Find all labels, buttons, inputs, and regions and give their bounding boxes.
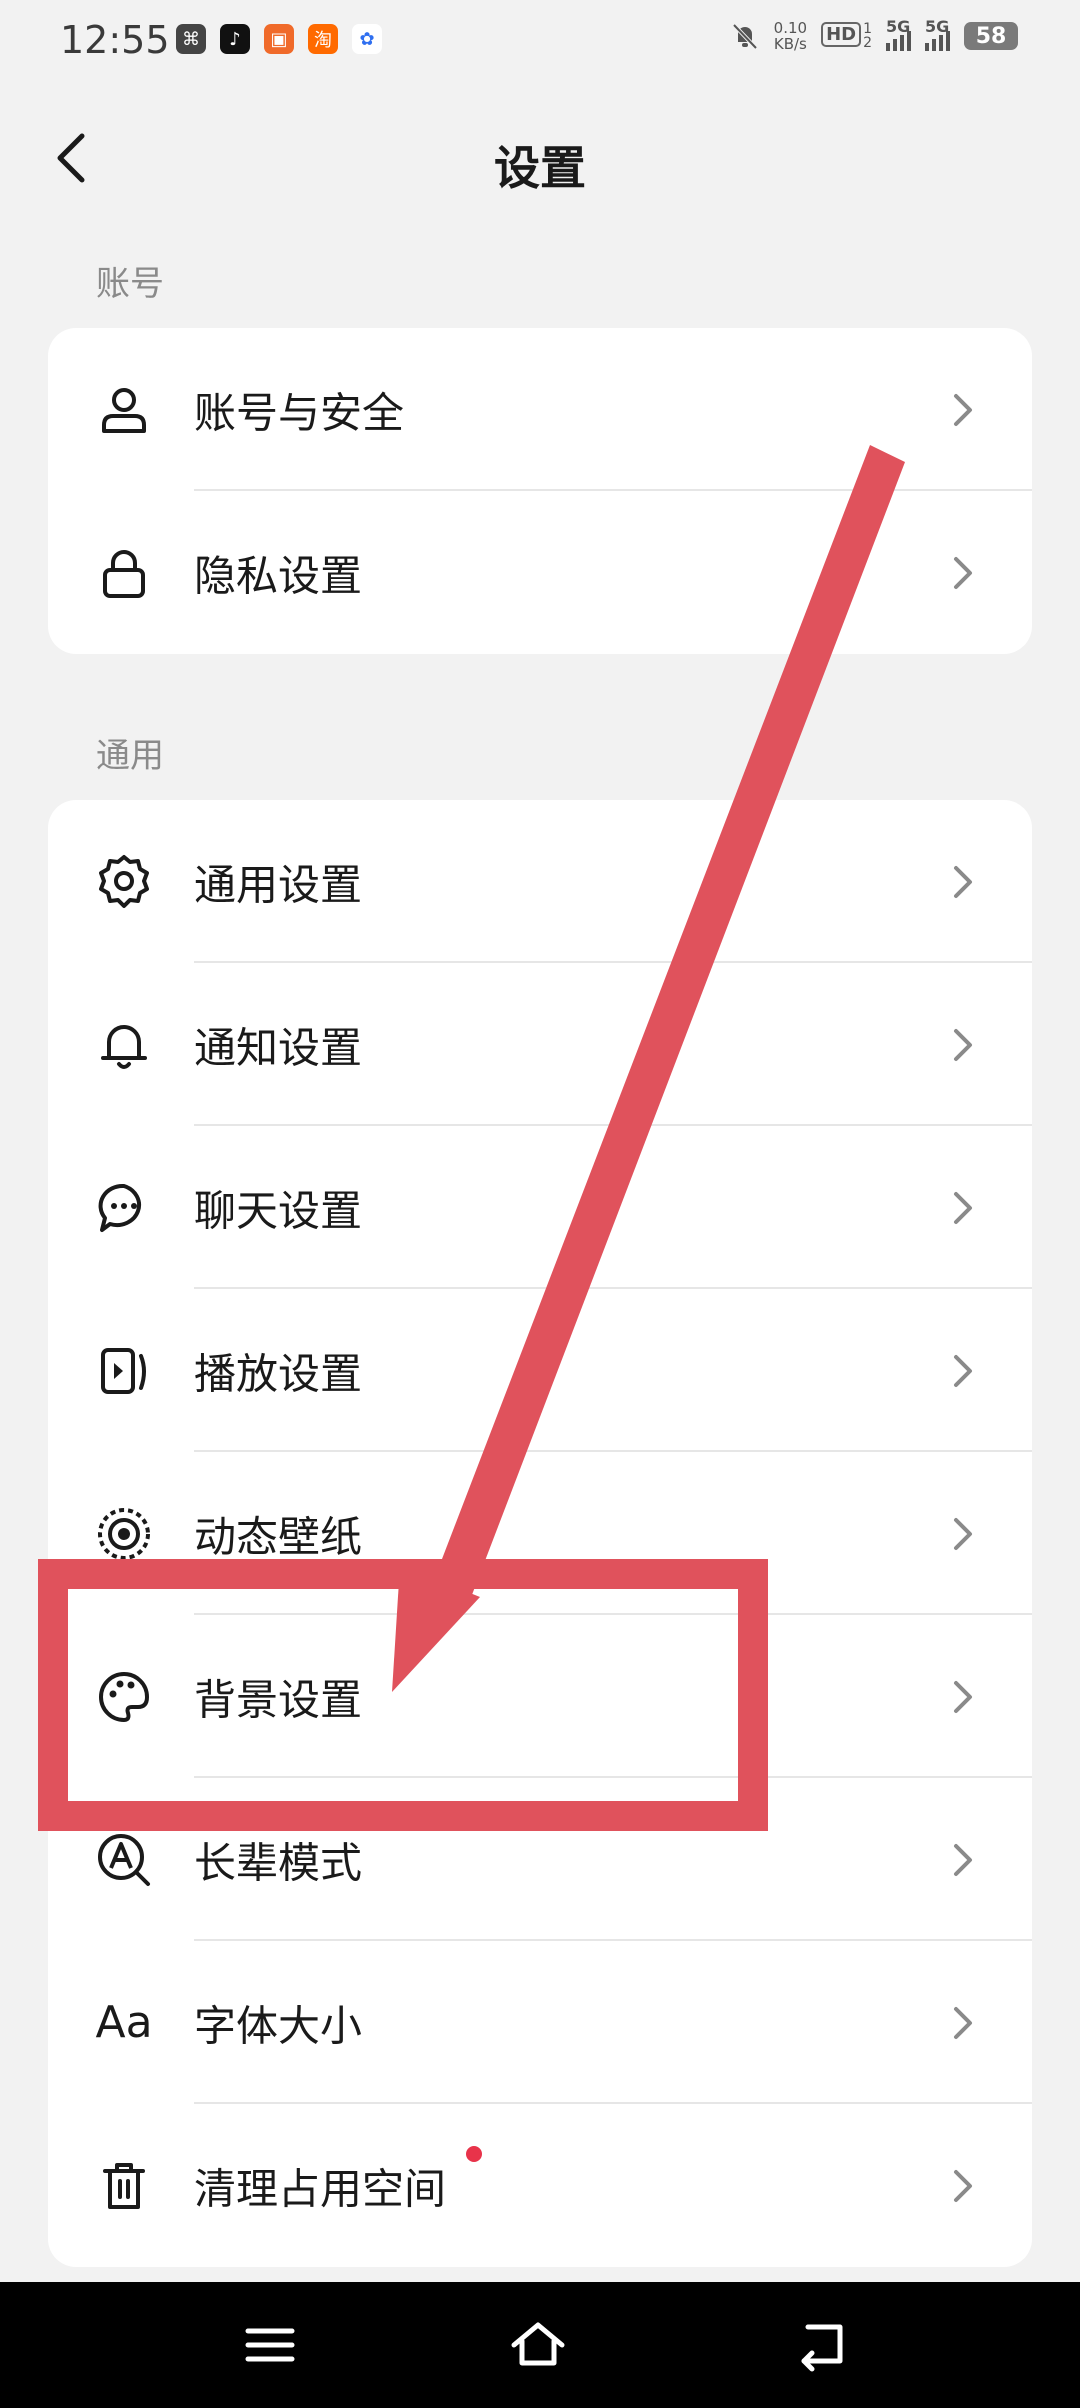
page-title: 设置	[494, 141, 586, 195]
status-bar: 12:55 ⌘ ♪ ▣ 淘 ✿ 0.10 KB/s HD 1 2 5G 5G 5…	[0, 0, 1080, 84]
tiktok-notification-icon: ♪	[220, 24, 250, 54]
general-card: 通用设置 通知设置 聊天设置 播放设置 动态壁纸 背景设置 长辈模式 Aa 字体…	[48, 800, 1032, 2267]
play-icon	[94, 1341, 154, 1401]
settings-item-account-security[interactable]: 账号与安全	[48, 328, 1032, 491]
system-navigation-bar	[0, 2282, 1080, 2408]
settings-item-elder-mode[interactable]: 长辈模式	[48, 1778, 1032, 1941]
chevron-right-icon	[954, 556, 972, 589]
settings-item-label: 背景设置	[194, 1675, 363, 1724]
section-label-general: 通用	[96, 736, 164, 776]
trash-icon	[94, 2156, 154, 2216]
back-nav-icon[interactable]	[794, 2315, 854, 2375]
signal1-label: 5G	[886, 17, 911, 36]
settings-item-label: 通知设置	[194, 1023, 363, 1072]
app-notification-icon: ▣	[264, 24, 294, 54]
app-notification-icon: ⌘	[176, 24, 206, 54]
chevron-right-icon	[954, 393, 972, 426]
elder-mode-icon	[94, 1830, 154, 1890]
chevron-right-icon	[954, 2169, 972, 2202]
network-speed-value: 0.10	[773, 19, 808, 37]
chat-bubble-icon	[94, 1178, 154, 1238]
bell-icon	[94, 1015, 154, 1075]
font-size-icon-text: Aa	[95, 1997, 153, 2048]
palette-icon	[94, 1667, 154, 1727]
settings-item-label: 账号与安全	[194, 388, 405, 437]
sim2-label: 2	[863, 35, 872, 51]
status-time: 12:55	[60, 18, 170, 62]
taobao-notification-icon: 淘	[308, 24, 338, 54]
settings-item-label: 动态壁纸	[194, 1512, 363, 1561]
gear-icon	[94, 852, 154, 912]
chevron-right-icon	[954, 865, 972, 898]
font-size-icon: Aa	[84, 1993, 164, 2053]
settings-item-label: 聊天设置	[194, 1186, 363, 1235]
settings-item-chat[interactable]: 聊天设置	[48, 1126, 1032, 1289]
mute-bell-icon	[732, 23, 758, 50]
chevron-right-icon	[954, 1191, 972, 1224]
chevron-right-icon	[954, 1517, 972, 1550]
settings-item-label: 长辈模式	[194, 1838, 363, 1887]
settings-item-privacy[interactable]: 隐私设置	[48, 491, 1032, 654]
settings-item-notification[interactable]: 通知设置	[48, 963, 1032, 1126]
network-speed-unit: KB/s	[773, 35, 807, 53]
baidu-notification-icon: ✿	[352, 24, 382, 54]
live-wallpaper-icon	[94, 1504, 154, 1564]
settings-item-background[interactable]: 背景设置	[48, 1615, 1032, 1778]
hd-indicator: HD 1 2	[821, 22, 872, 50]
menu-icon[interactable]	[240, 2315, 300, 2375]
settings-item-label: 播放设置	[194, 1349, 363, 1398]
settings-item-live-wallpaper[interactable]: 动态壁纸	[48, 1452, 1032, 1615]
settings-item-label: 隐私设置	[194, 551, 363, 600]
settings-item-playback[interactable]: 播放设置	[48, 1289, 1032, 1452]
chevron-right-icon	[954, 1354, 972, 1387]
signal-2-icon: 5G	[925, 17, 950, 51]
section-label-account: 账号	[96, 264, 164, 304]
settings-item-general[interactable]: 通用设置	[48, 800, 1032, 963]
battery-icon: 58	[964, 22, 1018, 50]
chevron-right-icon	[954, 1680, 972, 1713]
lock-icon	[94, 543, 154, 603]
sim-numbers: 1 2	[863, 22, 872, 50]
settings-item-label: 通用设置	[194, 860, 363, 909]
red-dot-badge	[466, 2146, 482, 2162]
signal-1-icon: 5G	[886, 17, 911, 51]
notification-icons: ⌘ ♪ ▣ 淘 ✿	[176, 24, 382, 54]
chevron-right-icon	[954, 2006, 972, 2039]
settings-item-label: 字体大小	[194, 2001, 363, 2050]
status-indicators: 0.10 KB/s HD 1 2 5G 5G 58	[730, 17, 1018, 52]
signal2-label: 5G	[925, 17, 950, 36]
user-icon	[94, 380, 154, 440]
network-speed: 0.10 KB/s	[774, 20, 807, 52]
account-card: 账号与安全 隐私设置	[48, 328, 1032, 654]
settings-item-font-size[interactable]: Aa 字体大小	[48, 1941, 1032, 2104]
chevron-right-icon	[954, 1028, 972, 1061]
settings-item-label: 清理占用空间	[194, 2164, 447, 2213]
hd-label: HD	[821, 22, 862, 47]
home-icon[interactable]	[508, 2315, 568, 2375]
chevron-right-icon	[954, 1843, 972, 1876]
settings-item-clear-storage[interactable]: 清理占用空间	[48, 2104, 1032, 2267]
